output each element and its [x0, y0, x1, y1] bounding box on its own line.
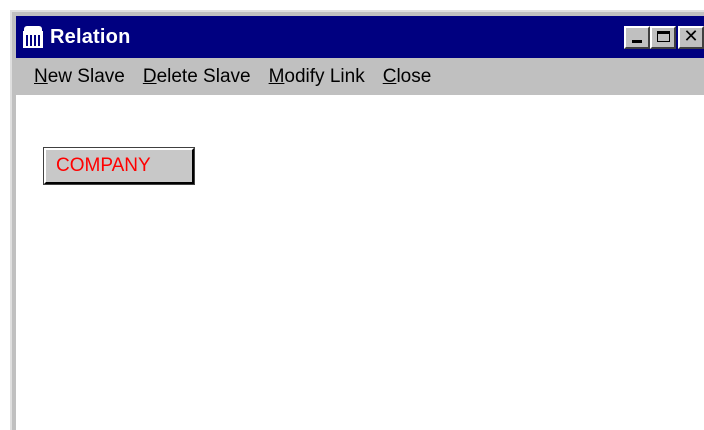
maximize-icon: [657, 30, 670, 42]
relation-window: Relation ✕ New Slave Delete Slave Modify…: [10, 10, 704, 430]
menu-bar: New Slave Delete Slave Modify Link Close: [16, 58, 704, 95]
calculator-icon[interactable]: [22, 26, 44, 48]
menu-modify-link[interactable]: Modify Link: [269, 66, 365, 88]
minimize-button[interactable]: [624, 25, 650, 49]
close-icon: ✕: [683, 26, 699, 47]
window-title: Relation: [50, 25, 131, 48]
menu-new-slave[interactable]: New Slave: [34, 66, 125, 88]
close-button[interactable]: ✕: [678, 25, 704, 49]
minimize-icon: [632, 39, 642, 43]
relation-canvas[interactable]: COMPANY: [16, 95, 704, 430]
caption-buttons: ✕: [624, 25, 704, 49]
maximize-button[interactable]: [650, 25, 676, 49]
menu-close[interactable]: Close: [383, 66, 432, 88]
menu-delete-slave[interactable]: Delete Slave: [143, 66, 251, 88]
title-bar[interactable]: Relation ✕: [16, 16, 704, 58]
company-node[interactable]: COMPANY: [43, 147, 195, 185]
node-label: COMPANY: [56, 155, 151, 176]
